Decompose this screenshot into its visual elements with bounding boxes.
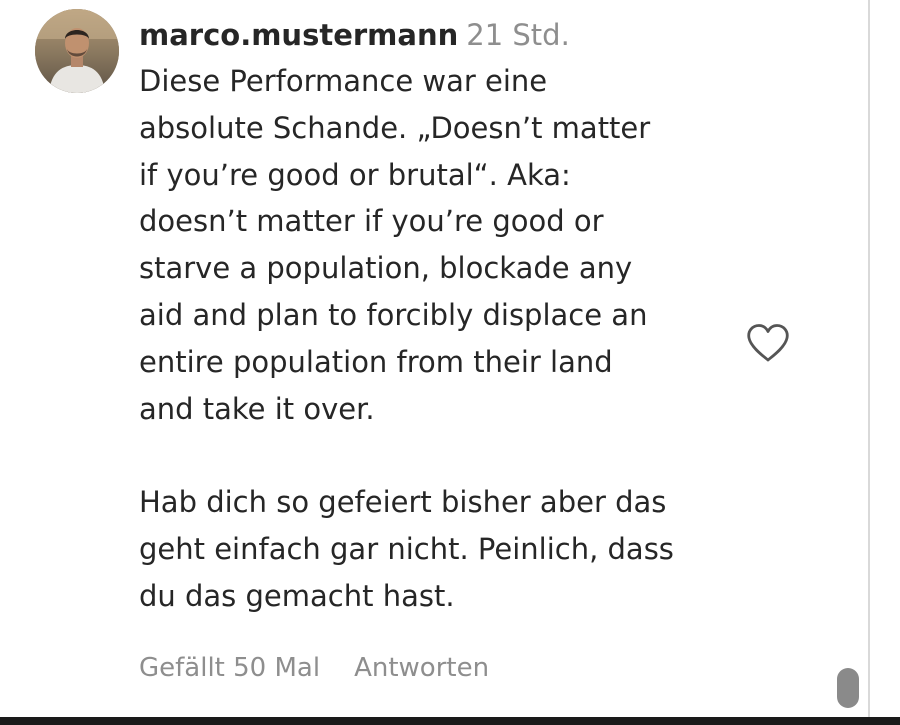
avatar[interactable] <box>35 9 119 93</box>
comment-item: marco.mustermann 21 Std. Diese Performanc… <box>0 0 868 725</box>
comment-text-line: du das gemacht hast. <box>139 578 455 613</box>
comment-text-line: Diese Performance war eine <box>139 64 548 98</box>
comment-text-line: doesn’t matter if you’re good or <box>139 204 604 239</box>
comment-text: Diese Performance war eine absolute Scha… <box>139 58 739 620</box>
scrollbar-thumb[interactable] <box>837 668 859 708</box>
comment-text-line: geht einfach gar nicht. Peinlich, dass <box>139 531 674 566</box>
reply-button[interactable]: Antworten <box>354 646 489 690</box>
likes-count[interactable]: Gefällt 50 Mal <box>139 646 320 690</box>
comment-text-line: and take it over. <box>139 391 375 426</box>
comment-text-line: starve a population, blockade any <box>139 251 633 286</box>
avatar-image <box>35 9 119 93</box>
comment-header: marco.mustermann 21 Std. <box>139 12 739 58</box>
comment-text-line: absolute Schande. „Doesn’t matter <box>139 110 651 145</box>
comment-content: marco.mustermann 21 Std. Diese Performanc… <box>139 12 739 620</box>
comment-actions: Gefällt 50 Mal Antworten <box>139 646 489 690</box>
like-button[interactable] <box>745 322 791 364</box>
comment-text-line: if you’re good or brutal“. Aka: <box>139 157 571 192</box>
timestamp[interactable]: 21 Std. <box>466 18 570 52</box>
scrollbar-track[interactable] <box>868 0 900 725</box>
username[interactable]: marco.mustermann <box>139 18 458 52</box>
comment-text-line: entire population from their land <box>139 344 613 379</box>
comment-text-line: aid and plan to forcibly displace an <box>139 297 648 332</box>
comment-text-line: Hab dich so gefeiert bisher aber das <box>139 485 667 520</box>
heart-outline-icon <box>747 324 789 362</box>
window-bottom-border <box>0 717 900 725</box>
